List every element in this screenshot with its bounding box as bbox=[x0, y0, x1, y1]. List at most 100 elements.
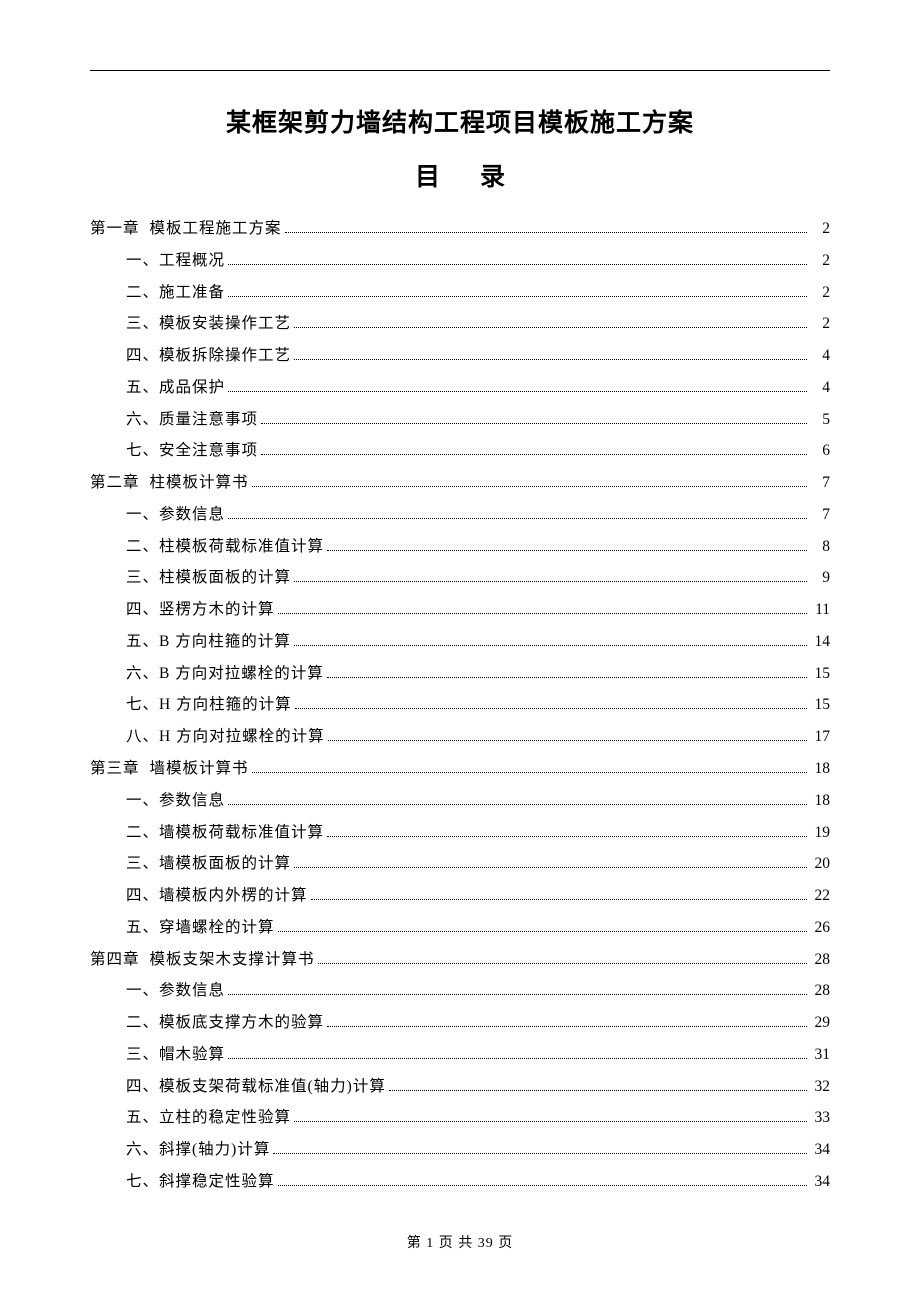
toc-dot-leader bbox=[228, 1058, 807, 1059]
toc-entry: 第一章模板工程施工方案 2 bbox=[90, 213, 830, 245]
toc-entry-page: 8 bbox=[810, 531, 830, 563]
toc-entry-text: 参数信息 bbox=[159, 975, 225, 1007]
toc-entry: 六、斜撑(轴力)计算34 bbox=[90, 1134, 830, 1166]
toc-entry-page: 34 bbox=[810, 1166, 830, 1198]
toc-entry-text: 柱模板荷载标准值计算 bbox=[159, 531, 324, 563]
toc-entry: 八、H 方向对拉螺栓的计算 17 bbox=[90, 721, 830, 753]
toc-entry-label: 二、 bbox=[126, 277, 159, 309]
toc-entry-text: 工程概况 bbox=[159, 245, 225, 277]
toc-entry-text: 模板支架荷载标准值(轴力)计算 bbox=[159, 1071, 386, 1103]
toc-entry: 第二章柱模板计算书7 bbox=[90, 467, 830, 499]
toc-entry-page: 6 bbox=[810, 435, 830, 467]
toc-entry-label: 三、 bbox=[126, 308, 159, 340]
toc-dot-leader bbox=[318, 963, 807, 964]
toc-entry-label: 第三章 bbox=[90, 753, 140, 785]
toc-entry-page: 33 bbox=[810, 1102, 830, 1134]
toc-entry-text: 施工准备 bbox=[159, 277, 225, 309]
toc-entry-label: 六、 bbox=[126, 1134, 159, 1166]
toc-entry-text: 墙模板面板的计算 bbox=[159, 848, 291, 880]
toc-entry-label: 第二章 bbox=[90, 467, 140, 499]
toc-dot-leader bbox=[228, 804, 807, 805]
toc-entry-page: 19 bbox=[810, 817, 830, 849]
toc-entry-label: 四、 bbox=[126, 1071, 159, 1103]
toc-heading-right: 录 bbox=[480, 163, 505, 191]
toc-dot-leader bbox=[278, 613, 807, 614]
toc-heading: 目录 bbox=[90, 157, 830, 193]
toc-entry-page: 32 bbox=[810, 1071, 830, 1103]
toc-entry-label: 第一章 bbox=[90, 213, 140, 245]
table-of-contents: 第一章模板工程施工方案2一、工程概况2二、施工准备2三、模板安装操作工艺2四、模… bbox=[90, 213, 830, 1198]
toc-entry-page: 4 bbox=[810, 372, 830, 404]
toc-entry-text: 柱模板面板的计算 bbox=[159, 562, 291, 594]
toc-entry-page: 34 bbox=[810, 1134, 830, 1166]
toc-entry-label: 七、 bbox=[126, 1166, 159, 1198]
toc-entry-label: 五、 bbox=[126, 912, 159, 944]
toc-entry-label: 六、 bbox=[126, 404, 159, 436]
toc-entry-label: 一、 bbox=[126, 975, 159, 1007]
toc-entry: 三、柱模板面板的计算9 bbox=[90, 562, 830, 594]
toc-entry-label: 四、 bbox=[126, 880, 159, 912]
toc-dot-leader bbox=[294, 581, 807, 582]
header-rule bbox=[90, 70, 830, 71]
toc-entry-page: 20 bbox=[810, 848, 830, 880]
toc-entry-text: H 方向柱箍的计算 bbox=[159, 689, 292, 721]
toc-dot-leader bbox=[294, 1121, 807, 1122]
toc-entry-page: 2 bbox=[810, 308, 830, 340]
toc-entry-label: 五、 bbox=[126, 626, 159, 658]
toc-entry-text: 安全注意事项 bbox=[159, 435, 258, 467]
toc-entry-label: 八、 bbox=[126, 721, 159, 753]
toc-entry-page: 2 bbox=[810, 213, 830, 245]
toc-entry-page: 18 bbox=[810, 785, 830, 817]
toc-entry: 四、墙模板内外楞的计算22 bbox=[90, 880, 830, 912]
toc-entry-label: 一、 bbox=[126, 785, 159, 817]
toc-dot-leader bbox=[228, 264, 807, 265]
toc-entry-text: 模板拆除操作工艺 bbox=[159, 340, 291, 372]
toc-dot-leader bbox=[327, 550, 807, 551]
toc-entry: 五、立柱的稳定性验算33 bbox=[90, 1102, 830, 1134]
toc-dot-leader bbox=[278, 1185, 807, 1186]
toc-entry-label: 三、 bbox=[126, 1039, 159, 1071]
toc-entry-text: 质量注意事项 bbox=[159, 404, 258, 436]
toc-entry: 六、B 方向对拉螺栓的计算15 bbox=[90, 658, 830, 690]
toc-entry: 七、H 方向柱箍的计算 15 bbox=[90, 689, 830, 721]
toc-entry: 第三章墙模板计算书18 bbox=[90, 753, 830, 785]
toc-entry-label: 二、 bbox=[126, 531, 159, 563]
toc-entry: 二、墙模板荷载标准值计算19 bbox=[90, 817, 830, 849]
toc-dot-leader bbox=[261, 423, 807, 424]
toc-entry-text: 模板支架木支撑计算书 bbox=[150, 944, 315, 976]
toc-entry-page: 7 bbox=[810, 467, 830, 499]
toc-dot-leader bbox=[294, 359, 807, 360]
toc-entry-label: 七、 bbox=[126, 689, 159, 721]
toc-entry-label: 三、 bbox=[126, 848, 159, 880]
toc-entry-text: H 方向对拉螺栓的计算 bbox=[159, 721, 325, 753]
toc-entry: 四、竖楞方木的计算11 bbox=[90, 594, 830, 626]
toc-dot-leader bbox=[228, 391, 807, 392]
document-page: 某框架剪力墙结构工程项目模板施工方案 目录 第一章模板工程施工方案 2 一、 工程概况… bbox=[0, 0, 920, 1198]
toc-entry: 第四章模板支架木支撑计算书28 bbox=[90, 944, 830, 976]
toc-dot-leader bbox=[228, 296, 807, 297]
toc-entry-page: 28 bbox=[810, 944, 830, 976]
toc-entry-label: 五、 bbox=[126, 372, 159, 404]
toc-entry-text: 帽木验算 bbox=[159, 1039, 225, 1071]
toc-entry-page: 5 bbox=[810, 404, 830, 436]
toc-dot-leader bbox=[311, 899, 807, 900]
toc-dot-leader bbox=[295, 708, 807, 709]
toc-entry: 二、施工准备2 bbox=[90, 277, 830, 309]
toc-entry-label: 五、 bbox=[126, 1102, 159, 1134]
toc-entry-text: B 方向对拉螺栓的计算 bbox=[159, 658, 324, 690]
toc-dot-leader bbox=[252, 486, 807, 487]
toc-entry-page: 4 bbox=[810, 340, 830, 372]
toc-dot-leader bbox=[228, 518, 807, 519]
toc-entry-text: 模板底支撑方木的验算 bbox=[159, 1007, 324, 1039]
toc-entry: 七、安全注意事项 6 bbox=[90, 435, 830, 467]
toc-entry-page: 22 bbox=[810, 880, 830, 912]
toc-entry-page: 15 bbox=[810, 689, 830, 721]
toc-dot-leader bbox=[294, 867, 807, 868]
document-title: 某框架剪力墙结构工程项目模板施工方案 bbox=[90, 103, 830, 139]
toc-entry-text: 参数信息 bbox=[159, 785, 225, 817]
toc-entry-text: 模板工程施工方案 bbox=[150, 213, 282, 245]
toc-dot-leader bbox=[278, 931, 807, 932]
toc-entry-page: 17 bbox=[810, 721, 830, 753]
toc-dot-leader bbox=[252, 772, 807, 773]
toc-entry-label: 七、 bbox=[126, 435, 159, 467]
